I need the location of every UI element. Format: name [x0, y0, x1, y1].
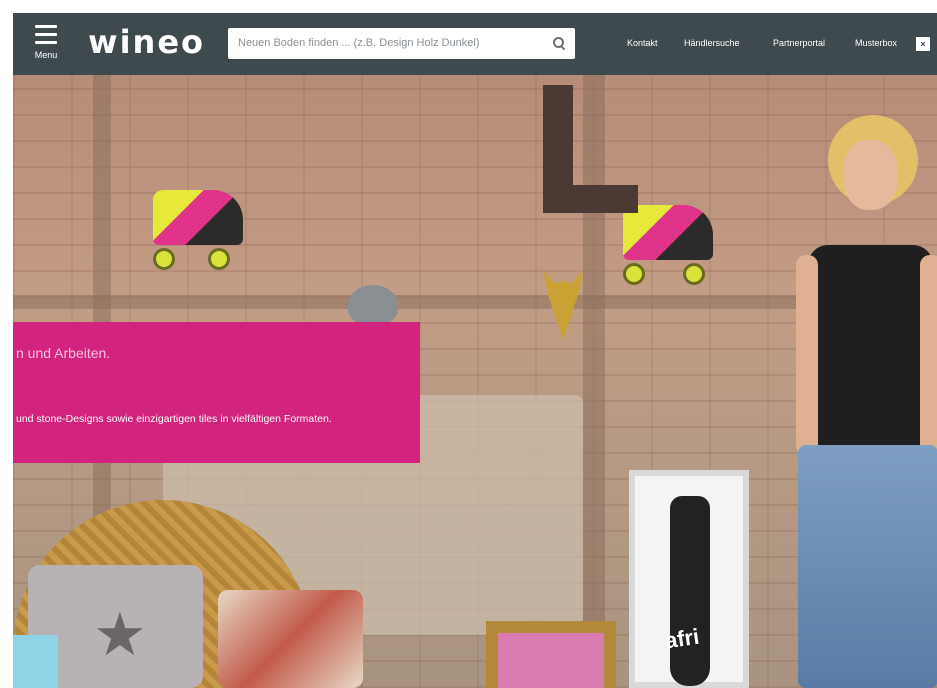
- close-icon[interactable]: ×: [916, 37, 930, 51]
- nav-link-musterbox[interactable]: Musterbox: [855, 38, 897, 48]
- letter-l-decoration: [533, 85, 638, 215]
- hamburger-icon: [35, 25, 57, 45]
- star-icon: ★: [93, 601, 147, 668]
- roller-skate-right: [623, 205, 733, 285]
- bottle-poster: afri: [629, 470, 749, 688]
- hero-description: und stone-Designs sowie einzigartigen ti…: [16, 413, 332, 425]
- poster-brand: afri: [663, 623, 701, 654]
- picture-frame: [486, 621, 616, 688]
- search-icon[interactable]: [553, 37, 566, 51]
- hero-headline: n und Arbeiten.: [16, 345, 111, 361]
- search-box: [228, 28, 575, 59]
- search-input[interactable]: [238, 34, 538, 52]
- roller-skate-left: [153, 190, 263, 270]
- menu-label: Menu: [34, 50, 58, 60]
- hero-image: ★ afri n und Arbeiten. und stone-Designs…: [13, 75, 937, 688]
- menu-button[interactable]: Menu: [31, 23, 61, 65]
- top-navigation-bar: Menu wineo Kontakt Händlersuche Partnerp…: [13, 13, 937, 75]
- nav-link-partnerportal[interactable]: Partnerportal: [773, 38, 825, 48]
- nav-link-kontakt[interactable]: Kontakt: [627, 38, 658, 48]
- nav-link-haendlersuche[interactable]: Händlersuche: [684, 38, 740, 48]
- hero-text-banner: n und Arbeiten. und stone-Designs sowie …: [13, 322, 420, 463]
- wineo-logo[interactable]: wineo: [88, 23, 205, 61]
- pillow: [218, 590, 363, 688]
- helmet-decoration: [348, 285, 398, 325]
- pillow: [13, 635, 58, 688]
- woman-figure: [788, 115, 937, 688]
